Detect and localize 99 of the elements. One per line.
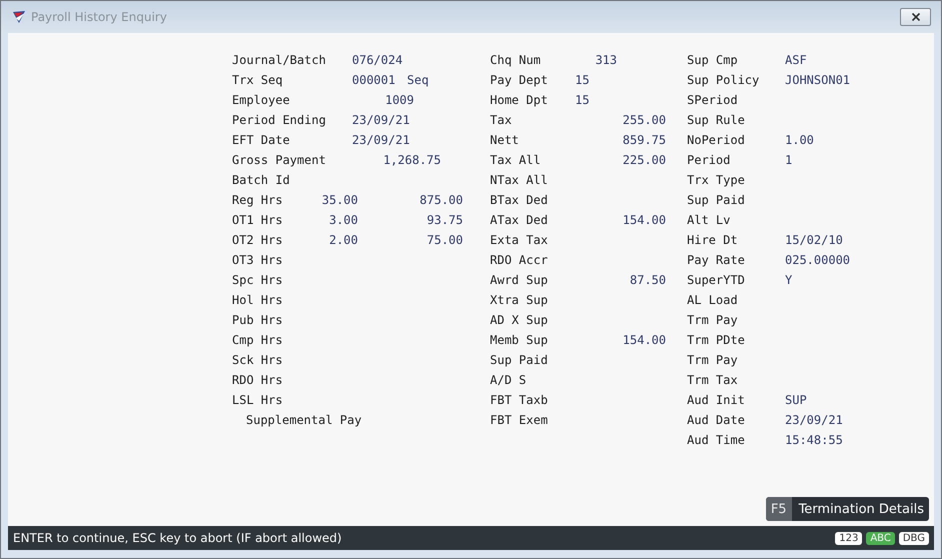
field-value: ASF xyxy=(785,53,807,67)
field-label: OT1 Hrs xyxy=(232,213,284,227)
field-label: Spc Hrs xyxy=(232,273,283,287)
field-label: Sck Hrs xyxy=(232,353,283,367)
field-label: Pay Rate xyxy=(687,253,746,267)
field-label: Trx Seq xyxy=(232,73,284,87)
field-label: EFT Date xyxy=(232,133,291,147)
field-label: Trm Pay xyxy=(687,353,738,367)
close-button[interactable] xyxy=(900,8,931,26)
mode-indicator: ABC xyxy=(866,532,895,544)
field-label: Alt Lv xyxy=(687,213,730,227)
field-label: Trx Type xyxy=(687,173,745,187)
field-label: Aud Time xyxy=(687,433,746,447)
field-label: Aud Init xyxy=(687,393,746,407)
field-value: 000001 xyxy=(352,73,396,87)
field-label: AD X Sup xyxy=(490,313,548,327)
field-value: 076/024 xyxy=(352,53,403,67)
field-label: Aud Date xyxy=(687,413,746,427)
mode-indicator: 123 xyxy=(835,532,862,544)
field-value: 15/02/10 xyxy=(785,233,843,247)
field-value: 859.75 xyxy=(622,133,666,147)
field-label: Home Dpt xyxy=(490,93,549,107)
field-label: FBT Exem xyxy=(490,413,548,427)
field-label: Employee xyxy=(232,93,291,107)
field-value: 154.00 xyxy=(622,333,666,347)
logo-icon xyxy=(12,10,26,24)
field-label: Trm Pay xyxy=(687,313,738,327)
field-value: 3.00 xyxy=(328,213,358,227)
field-label: NTax All xyxy=(490,173,548,187)
section-heading: Supplemental Pay xyxy=(246,413,362,427)
field-label: Hol Hrs xyxy=(232,293,283,307)
field-value: Y xyxy=(785,273,792,287)
field-label: Hire Dt xyxy=(687,233,739,247)
field-label: Journal/Batch xyxy=(232,53,327,67)
field-label: Sup Paid xyxy=(490,353,548,367)
field-label: RDO Hrs xyxy=(232,373,283,387)
mode-indicator: DBG xyxy=(898,532,929,544)
field-label: Batch Id xyxy=(232,173,290,187)
field-value: 75.00 xyxy=(426,233,463,247)
field-value: Seq xyxy=(407,73,429,87)
field-label: Sup Cmp xyxy=(687,53,739,67)
field-label: OT3 Hrs xyxy=(232,253,283,267)
status-message: ENTER to continue, ESC key to abort (IF abort allowed) xyxy=(13,531,342,545)
field-value: 35.00 xyxy=(320,193,358,207)
field-value: 23/09/21 xyxy=(352,133,410,147)
field-label: A/D S xyxy=(490,373,526,387)
field-label: LSL Hrs xyxy=(232,393,283,407)
field-value: 225.00 xyxy=(622,153,666,167)
field-label: Tax All xyxy=(490,153,542,167)
field-value: JOHNSON01 xyxy=(785,73,850,87)
field-value: 2.00 xyxy=(328,233,358,247)
field-label: ATax Ded xyxy=(490,213,549,227)
field-label: Gross Payment xyxy=(232,153,327,167)
field-label: Awrd Sup xyxy=(490,273,549,287)
field-label: Trm Tax xyxy=(687,373,738,387)
field-value: 313 xyxy=(594,53,617,67)
field-value: 93.75 xyxy=(426,213,463,227)
field-value: 15 xyxy=(575,73,590,87)
field-label: Tax xyxy=(490,113,513,127)
field-value: 1009 xyxy=(384,93,414,107)
field-value: 1 xyxy=(785,153,792,167)
field-value: 1,268.75 xyxy=(382,153,441,167)
field-label: OT2 Hrs xyxy=(232,233,284,247)
field-label: Cmp Hrs xyxy=(232,333,283,347)
field-label: Exta Tax xyxy=(490,233,548,247)
field-value: 87.50 xyxy=(628,273,666,287)
field-label: Sup Paid xyxy=(687,193,745,207)
close-icon xyxy=(910,12,920,22)
field-label: RDO Accr xyxy=(490,253,548,267)
field-label: Sup Policy xyxy=(687,73,760,87)
field-label: Chq Num xyxy=(490,53,542,67)
field-label: NoPeriod xyxy=(687,133,746,147)
termination-details-button[interactable]: F5 Termination Details xyxy=(766,497,929,521)
field-label: Pay Dept xyxy=(490,73,549,87)
field-label: Period xyxy=(687,153,732,167)
field-label: SuperYTD xyxy=(687,273,746,287)
field-label: BTax Ded xyxy=(490,193,548,207)
field-label: SPeriod xyxy=(687,93,738,107)
field-value: 255.00 xyxy=(622,113,666,127)
field-value: 154.00 xyxy=(622,213,666,227)
field-value: 1.00 xyxy=(785,133,814,147)
field-label: Period Ending xyxy=(232,113,327,127)
field-label: FBT Taxb xyxy=(490,393,548,407)
field-value: SUP xyxy=(785,393,807,407)
field-value: 15:48:55 xyxy=(785,433,843,447)
field-label: Sup Rule xyxy=(687,113,745,127)
field-label: AL Load xyxy=(687,293,738,307)
field-value: 23/09/21 xyxy=(785,413,843,427)
field-label: Pub Hrs xyxy=(232,313,283,327)
field-value: 025.00000 xyxy=(785,253,850,267)
window-title: Payroll History Enquiry xyxy=(31,10,168,24)
field-label: Nett xyxy=(490,133,520,147)
field-value: 15 xyxy=(575,93,590,107)
field-label: Xtra Sup xyxy=(490,293,548,307)
field-label: Memb Sup xyxy=(490,333,549,347)
field-value: 23/09/21 xyxy=(352,113,410,127)
field-label: Reg Hrs xyxy=(232,193,284,207)
field-value: 875.00 xyxy=(418,193,463,207)
field-label: Trm PDte xyxy=(687,333,745,347)
